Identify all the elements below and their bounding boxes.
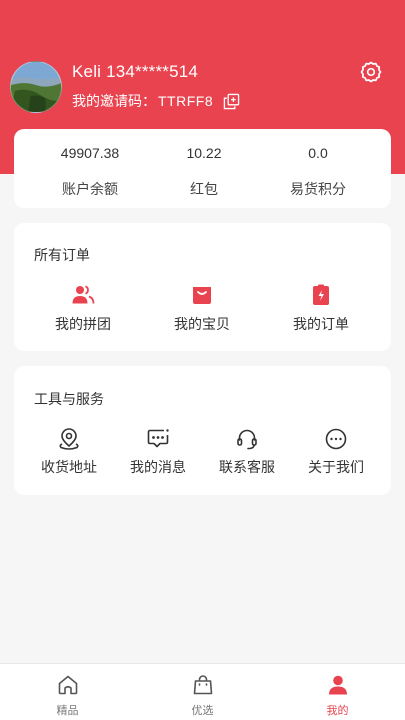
- user-name: Keli 134*****514: [72, 62, 199, 81]
- home-icon: [56, 673, 80, 697]
- avatar-landscape-image: [11, 62, 61, 112]
- my-items-label: 我的宝贝: [174, 316, 230, 332]
- message-icon: [146, 427, 170, 451]
- balance-label: 账户余额: [62, 181, 118, 197]
- my-group-buy-label: 我的拼团: [55, 316, 111, 332]
- location-pin-icon: [57, 427, 81, 451]
- tab-mine-label: 我的: [326, 705, 349, 717]
- invite-row: 我的邀请码： TTRFF8: [72, 91, 240, 111]
- invite-label: 我的邀请码：: [72, 93, 156, 109]
- tools-card: 工具与服务 收货地址 我的消息 联系客服 关于我们: [14, 366, 391, 495]
- red-packet-label: 红包: [190, 181, 218, 197]
- tools-title: 工具与服务: [34, 391, 104, 407]
- shipping-address-button[interactable]: 收货地址: [29, 427, 109, 479]
- tab-featured-label: 精品: [56, 705, 79, 717]
- shopping-bag-icon: [190, 283, 214, 307]
- bottom-tab-bar: 精品 优选 我的: [0, 663, 405, 720]
- more-dots-icon: [324, 427, 348, 451]
- balance-value: 49907.38: [60, 145, 120, 161]
- orders-title: 所有订单: [34, 247, 90, 263]
- bag-icon: [191, 673, 215, 697]
- my-orders-label: 我的订单: [293, 316, 349, 332]
- my-messages-label: 我的消息: [130, 459, 186, 475]
- about-us-label: 关于我们: [308, 459, 364, 475]
- my-group-buy-button[interactable]: 我的拼团: [40, 283, 126, 335]
- group-icon: [71, 283, 95, 307]
- balance-card: 49907.38 账户余额 10.22 红包 0.0 易货积分: [14, 129, 391, 208]
- tab-mine[interactable]: 我的: [270, 664, 405, 720]
- about-us-button[interactable]: 关于我们: [296, 427, 376, 479]
- barter-points-label: 易货积分: [290, 181, 346, 197]
- my-orders-button[interactable]: 我的订单: [278, 283, 364, 335]
- shipping-address-label: 收货地址: [41, 459, 97, 475]
- order-clipboard-icon: [309, 283, 333, 307]
- tab-featured[interactable]: 精品: [0, 664, 135, 720]
- headset-icon: [235, 427, 259, 451]
- user-icon: [326, 673, 350, 697]
- contact-support-button[interactable]: 联系客服: [207, 427, 287, 479]
- my-messages-button[interactable]: 我的消息: [118, 427, 198, 479]
- tab-selected-picks[interactable]: 优选: [135, 664, 270, 720]
- red-packet-value: 10.22: [186, 145, 222, 161]
- barter-points-value: 0.0: [308, 145, 328, 161]
- settings-gear-icon[interactable]: [359, 60, 383, 84]
- tab-selected-picks-label: 优选: [191, 705, 214, 717]
- contact-support-label: 联系客服: [219, 459, 275, 475]
- my-items-button[interactable]: 我的宝贝: [159, 283, 245, 335]
- invite-code: TTRFF8: [158, 93, 214, 109]
- avatar[interactable]: [10, 61, 62, 113]
- copy-icon[interactable]: [223, 93, 240, 110]
- orders-card: 所有订单 我的拼团 我的宝贝 我的订单: [14, 223, 391, 351]
